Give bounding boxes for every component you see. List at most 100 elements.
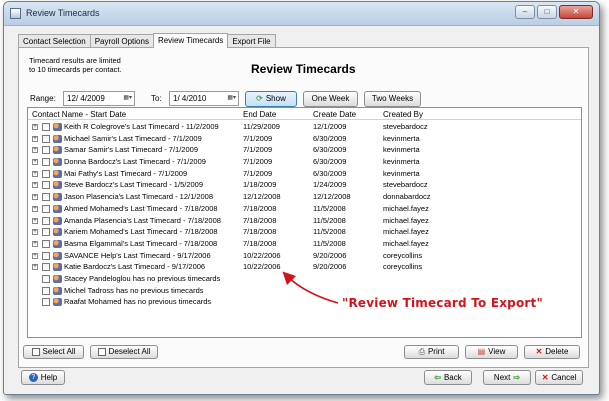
- row-checkbox[interactable]: [42, 228, 50, 237]
- row-checkbox[interactable]: [42, 181, 50, 190]
- end-date-cell: 7/1/2009: [243, 157, 273, 167]
- table-row[interactable]: + Donna Bardocz's Last Timecard - 7/1/200…: [28, 156, 581, 168]
- col-end-date[interactable]: End Date: [243, 110, 276, 119]
- delete-label: Delete: [545, 347, 569, 357]
- table-row[interactable]: + Michael Samir's Last Timecard - 7/1/200…: [28, 133, 581, 145]
- contact-icon: [53, 274, 62, 283]
- show-button[interactable]: ⟳ Show: [245, 91, 297, 107]
- two-weeks-button[interactable]: Two Weeks: [364, 91, 421, 107]
- to-label: To:: [151, 94, 162, 103]
- to-date-picker[interactable]: 1/ 4/2010 ▦▾: [169, 91, 239, 106]
- contact-icon: [53, 286, 62, 295]
- help-label: Help: [40, 373, 58, 382]
- window-controls: – □ ✕: [515, 5, 593, 19]
- col-created-by[interactable]: Created By: [383, 110, 423, 119]
- table-row[interactable]: + Keith R Colegrove's Last Timecard - 11/…: [28, 121, 581, 133]
- back-label: Back: [443, 373, 462, 382]
- created-by-cell: kevinmerta: [383, 168, 420, 178]
- table-row[interactable]: + Basma Elgammal's Last Timecard - 7/18/2…: [28, 238, 581, 250]
- contact-name-cell: Steve Bardocz's Last Timecard - 1/5/2009: [64, 180, 204, 190]
- deselect-all-button[interactable]: Deselect All: [90, 345, 158, 359]
- tab-payroll-options[interactable]: Payroll Options: [89, 34, 154, 48]
- table-row[interactable]: Stacey Pandeloglou has no previous timec…: [28, 273, 581, 285]
- expand-plus-icon[interactable]: +: [32, 205, 38, 212]
- row-checkbox[interactable]: [42, 239, 50, 248]
- row-checkbox[interactable]: [42, 169, 50, 178]
- cancel-button[interactable]: ✕ Cancel: [535, 370, 583, 385]
- contact-name-cell: Samar Samir's Last Timecard - 7/1/2009: [64, 145, 198, 155]
- col-contact-name[interactable]: Contact Name - Start Date: [32, 110, 126, 119]
- expand-plus-icon[interactable]: +: [32, 135, 38, 142]
- minimize-button[interactable]: –: [515, 5, 535, 19]
- print-label: Print: [427, 347, 445, 357]
- view-document-icon: ▤: [477, 347, 486, 356]
- contact-icon: [53, 263, 62, 272]
- row-checkbox[interactable]: [42, 216, 50, 225]
- table-row[interactable]: + Mai Fathy's Last Timecard - 7/1/2009 7/1…: [28, 168, 581, 180]
- expand-plus-icon[interactable]: +: [32, 182, 38, 189]
- print-button[interactable]: ⎙ Print: [404, 345, 459, 359]
- end-date-cell: 11/29/2009: [243, 122, 280, 131]
- col-create-date[interactable]: Create Date: [313, 110, 356, 119]
- end-date-cell: 7/1/2009: [243, 133, 273, 143]
- view-label: View: [488, 347, 506, 357]
- end-date-cell: 7/18/2008: [243, 215, 277, 225]
- help-button[interactable]: ? Help: [21, 370, 65, 385]
- back-button[interactable]: ⇦ Back: [424, 370, 472, 385]
- created-by-cell: kevinmerta: [383, 133, 420, 143]
- create-date-cell: 1/24/2009: [313, 180, 347, 190]
- view-button[interactable]: ▤ View: [465, 345, 518, 359]
- one-week-button[interactable]: One Week: [303, 91, 358, 107]
- maximize-button[interactable]: □: [537, 5, 557, 19]
- row-checkbox[interactable]: [42, 193, 50, 202]
- expand-plus-icon[interactable]: +: [32, 194, 38, 201]
- expand-plus-icon[interactable]: +: [32, 264, 38, 271]
- select-all-button[interactable]: Select All: [23, 345, 84, 359]
- row-checkbox[interactable]: [42, 123, 50, 131]
- expand-plus-icon[interactable]: +: [32, 159, 38, 166]
- table-row[interactable]: + Samar Samir's Last Timecard - 7/1/2009 7…: [28, 144, 581, 156]
- row-checkbox[interactable]: [42, 146, 50, 155]
- row-checkbox[interactable]: [42, 274, 50, 283]
- grid-header: Contact Name - Start Date End Date Creat…: [28, 108, 581, 120]
- expand-plus-icon[interactable]: +: [32, 170, 38, 177]
- tab-review-timecards[interactable]: Review Timecards: [152, 33, 229, 48]
- table-row[interactable]: + Kariem Mohamed's Last Timecard - 7/18/2…: [28, 226, 581, 238]
- row-checkbox[interactable]: [42, 251, 50, 260]
- contact-icon: [53, 204, 62, 213]
- tab-contact-selection[interactable]: Contact Selection: [18, 34, 91, 48]
- row-checkbox[interactable]: [42, 286, 50, 295]
- expand-plus-icon[interactable]: +: [32, 240, 38, 247]
- tab-export-file[interactable]: Export File: [227, 34, 276, 48]
- table-row[interactable]: Michel Tadross has no previous timecards: [28, 285, 581, 297]
- row-checkbox[interactable]: [42, 134, 50, 143]
- next-button[interactable]: Next ⇨: [483, 370, 531, 385]
- table-row[interactable]: + SAVANCE Help's Last Timecard - 9/17/200…: [28, 250, 581, 262]
- row-checkbox[interactable]: [42, 204, 50, 213]
- created-by-cell: coreycollins: [383, 250, 423, 260]
- create-date-cell: 11/5/2008: [313, 238, 346, 248]
- table-row[interactable]: + Ahmed Mohamed's Last Timecard - 7/18/20…: [28, 203, 581, 215]
- expand-plus-icon[interactable]: +: [32, 252, 38, 259]
- created-by-cell: coreycollins: [383, 262, 423, 272]
- expand-plus-icon[interactable]: +: [32, 124, 38, 130]
- create-date-cell: 12/1/2009: [313, 122, 347, 131]
- contact-icon: [53, 298, 62, 307]
- delete-button[interactable]: ✕ Delete: [524, 345, 580, 359]
- create-date-cell: 12/12/2008: [313, 192, 351, 202]
- table-row[interactable]: + Katie Bardocz's Last Timecard - 9/17/20…: [28, 261, 581, 273]
- row-checkbox[interactable]: [42, 298, 50, 307]
- row-checkbox[interactable]: [42, 263, 50, 272]
- table-row[interactable]: + Steve Bardocz's Last Timecard - 1/5/200…: [28, 179, 581, 191]
- window-title: Review Timecards: [26, 8, 100, 18]
- expand-plus-icon[interactable]: +: [32, 147, 38, 154]
- close-button[interactable]: ✕: [559, 5, 593, 19]
- table-row[interactable]: + Jason Plasencia's Last Timecard - 12/1/…: [28, 191, 581, 203]
- table-row[interactable]: + Amanda Plasencia's Last Timecard - 7/18…: [28, 215, 581, 227]
- create-date-cell: 11/5/2008: [313, 203, 346, 213]
- limit-info: Timecard results are limited to 10 timec…: [29, 56, 189, 74]
- expand-plus-icon[interactable]: +: [32, 229, 38, 236]
- row-checkbox[interactable]: [42, 158, 50, 167]
- from-date-picker[interactable]: 12/ 4/2009 ▦▾: [63, 91, 135, 106]
- expand-plus-icon[interactable]: +: [32, 217, 38, 224]
